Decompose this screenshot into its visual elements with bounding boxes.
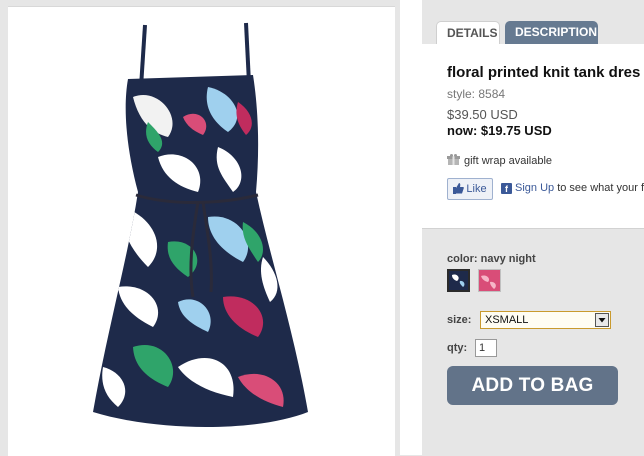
product-image-panel	[0, 0, 400, 456]
color-swatch-navy[interactable]	[447, 269, 470, 292]
gift-wrap-note: gift wrap available	[447, 154, 552, 169]
tab-description[interactable]: DESCRIPTION	[505, 21, 598, 44]
quantity-input[interactable]: 1	[475, 339, 497, 357]
sale-price: now: $19.75 USD	[447, 123, 552, 138]
tab-details[interactable]: DETAILS	[436, 21, 500, 44]
facebook-signup-link[interactable]: Sign Up	[515, 182, 554, 194]
dress-illustration	[93, 22, 308, 427]
facebook-signup-prompt: f Sign Up to see what your f	[501, 182, 644, 194]
product-style: style: 8584	[447, 87, 506, 101]
add-to-bag-button[interactable]: ADD TO BAG	[447, 366, 618, 405]
gift-wrap-text: gift wrap available	[464, 155, 553, 167]
color-swatch-pink[interactable]	[478, 269, 501, 292]
like-label: Like	[466, 183, 487, 195]
chevron-down-icon[interactable]	[595, 313, 609, 327]
thumbs-up-icon	[453, 181, 465, 201]
gift-icon	[447, 154, 460, 169]
qty-label: qty:	[447, 342, 468, 354]
size-label: size:	[447, 314, 472, 326]
original-price: $39.50 USD	[447, 107, 518, 122]
product-title: floral printed knit tank dres	[447, 64, 641, 81]
tab-bar: DETAILS DESCRIPTION	[422, 0, 644, 44]
details-card: floral printed knit tank dres style: 858…	[422, 44, 644, 228]
facebook-like-button[interactable]: Like	[447, 178, 493, 200]
size-selected-value: XSMALL	[485, 314, 529, 326]
product-image[interactable]	[8, 6, 395, 456]
color-label: color: navy night	[447, 253, 536, 265]
facebook-icon: f	[501, 183, 512, 194]
facebook-signup-text: to see what your f	[554, 182, 644, 194]
size-select[interactable]: XSMALL	[480, 311, 611, 329]
